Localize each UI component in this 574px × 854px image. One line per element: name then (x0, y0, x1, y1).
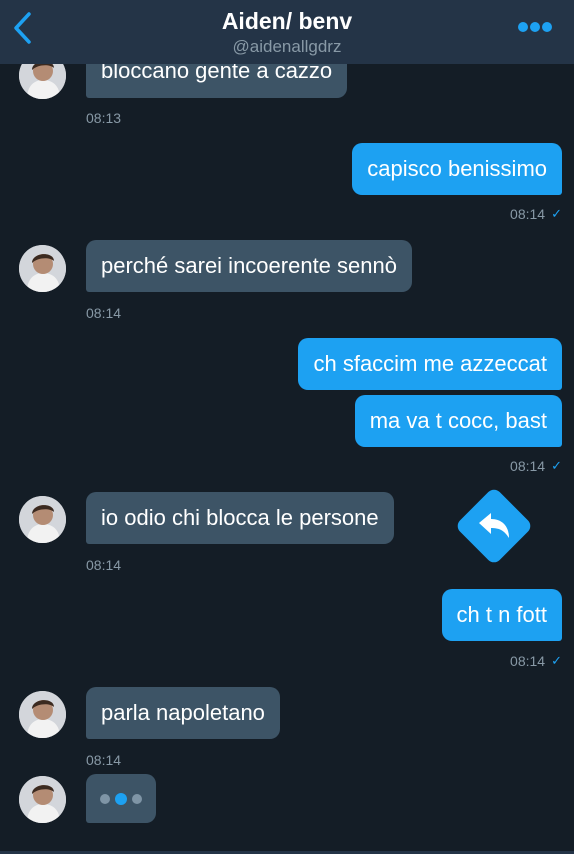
typing-dot (100, 793, 110, 804)
dm-conversation-screen: Aiden/ benv @aidenallgdrz bloccano gente… (0, 0, 574, 854)
message-timestamp-row: 08:14 ✓ (510, 653, 562, 669)
message-timestamp: 08:14 (510, 653, 546, 669)
message-timestamp: 08:14 (86, 305, 122, 321)
message-timestamp: 08:13 (86, 110, 122, 126)
message-timestamp-row: 08:14 ✓ (510, 206, 562, 222)
avatar[interactable] (19, 496, 66, 543)
check-icon: ✓ (551, 653, 562, 668)
check-icon: ✓ (551, 206, 562, 221)
message-text: parla napoletano (101, 700, 265, 725)
message-timestamp-row: 08:14 ✓ (510, 458, 562, 474)
conversation-handle: @aidenallgdrz (232, 37, 342, 56)
message-timestamp: 08:14 (86, 557, 122, 573)
message-text: ch t n fott (456, 602, 548, 627)
message-text: capisco benissimo (367, 156, 547, 181)
message-text: ma va t cocc, bast (369, 408, 547, 433)
message-bubble-incoming[interactable]: io odio chi blocca le persone (86, 492, 394, 544)
message-text: io odio chi blocca le persone (101, 505, 379, 530)
more-options-button[interactable] (516, 18, 554, 40)
message-bubble-outgoing[interactable]: capisco benissimo (352, 143, 562, 195)
typing-dot (132, 793, 142, 804)
message-bubble-incoming[interactable]: parla napoletano (86, 687, 280, 739)
check-icon: ✓ (551, 458, 562, 473)
avatar[interactable] (19, 245, 66, 292)
more-dots-icon (517, 20, 553, 38)
message-text: perché sarei incoerente sennò (101, 253, 397, 278)
message-bubble-outgoing[interactable]: ma va t cocc, bast (354, 395, 562, 447)
message-bubble-outgoing[interactable]: ch t n fott (441, 589, 562, 641)
typing-dots-icon (86, 774, 156, 823)
reply-arrow-icon (466, 498, 522, 554)
typing-dot (115, 792, 127, 805)
message-bubble-outgoing[interactable]: ch sfaccim me azzeccat (298, 338, 562, 390)
reply-button[interactable] (454, 486, 534, 566)
conversation-header: Aiden/ benv @aidenallgdrz (0, 0, 574, 64)
message-text: ch sfaccim me azzeccat (313, 351, 547, 376)
avatar[interactable] (19, 691, 66, 738)
conversation-title[interactable]: Aiden/ benv (0, 8, 574, 35)
message-bubble-incoming[interactable]: perché sarei incoerente sennò (86, 240, 412, 292)
message-timestamp: 08:14 (510, 458, 546, 474)
message-timestamp: 08:14 (510, 206, 546, 222)
avatar[interactable] (19, 776, 66, 823)
message-timestamp: 08:14 (86, 752, 122, 768)
